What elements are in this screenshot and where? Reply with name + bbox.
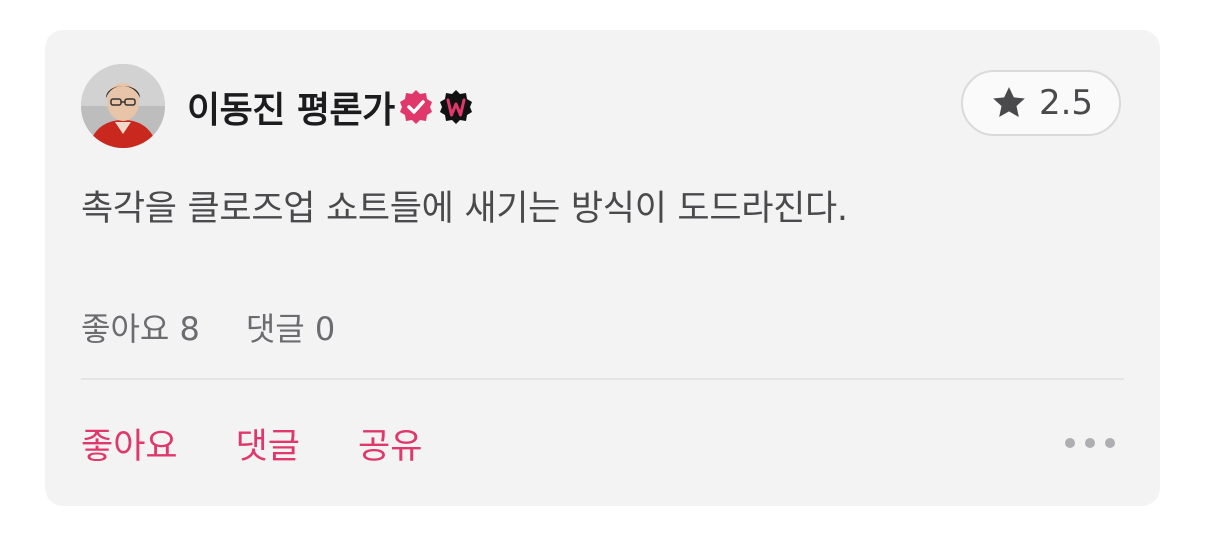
actions-row: 좋아요 댓글 공유: [81, 418, 422, 469]
author-name[interactable]: 이동진 평론가: [187, 81, 395, 133]
review-text[interactable]: 촉각을 클로즈업 쇼트들에 새기는 방식이 도드라진다.: [81, 180, 848, 231]
divider: [81, 378, 1124, 380]
rating-pill[interactable]: 2.5: [961, 70, 1121, 136]
review-card: 이동진 평론가 2.5 촉각을 클로즈업 쇼트들에 새기는 방식이 도드라진다.…: [45, 30, 1160, 506]
comment-button[interactable]: 댓글: [236, 418, 300, 469]
avatar[interactable]: [81, 64, 165, 148]
more-dot: [1065, 438, 1075, 448]
rating-value: 2.5: [1038, 83, 1094, 123]
more-dot: [1085, 438, 1095, 448]
like-button[interactable]: 좋아요: [81, 418, 178, 469]
likes-count[interactable]: 좋아요 8: [81, 304, 200, 350]
author-row: 이동진 평론가: [187, 82, 475, 132]
w-badge-icon: [437, 88, 475, 126]
star-icon: [993, 87, 1025, 117]
more-horizontal-icon[interactable]: [1065, 432, 1115, 454]
avatar-image: [81, 64, 165, 148]
more-dot: [1105, 438, 1115, 448]
stats-row: 좋아요 8 댓글 0: [81, 304, 335, 350]
share-button[interactable]: 공유: [358, 418, 422, 469]
verified-check-icon: [397, 88, 435, 126]
comments-count[interactable]: 댓글 0: [246, 304, 335, 350]
